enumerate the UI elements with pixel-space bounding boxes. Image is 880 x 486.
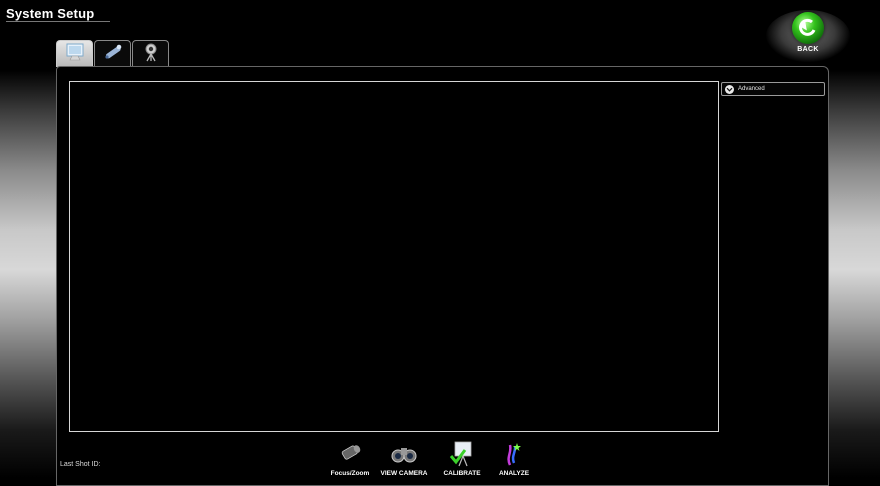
chevron-down-icon xyxy=(725,84,734,94)
calibrate-label: CALIBRATE xyxy=(443,470,481,477)
analyze-club-icon xyxy=(502,440,526,468)
camera-viewport[interactable] xyxy=(69,81,719,432)
advanced-label: Advanced xyxy=(738,86,765,92)
lens-icon xyxy=(337,440,363,468)
focus-zoom-button[interactable]: Focus/Zoom xyxy=(320,440,380,480)
tab-projector[interactable] xyxy=(94,40,131,67)
view-camera-label: VIEW CAMERA xyxy=(380,470,428,477)
title-underline xyxy=(6,21,110,22)
projector-icon xyxy=(101,42,125,67)
camera-icon xyxy=(140,41,162,68)
calibrate-button[interactable]: CALIBRATE xyxy=(432,440,492,480)
analyze-label: ANALYZE xyxy=(498,470,530,477)
back-arrow-icon xyxy=(792,12,824,44)
binoculars-icon xyxy=(390,440,418,468)
focus-zoom-label: Focus/Zoom xyxy=(330,470,370,477)
last-shot-id-label: Last Shot ID: xyxy=(60,461,101,468)
back-button[interactable]: BACK xyxy=(766,10,850,62)
tab-camera[interactable] xyxy=(132,40,169,67)
advanced-expander[interactable]: Advanced xyxy=(721,82,825,96)
analyze-button[interactable]: ANALYZE xyxy=(484,440,544,480)
monitor-icon xyxy=(64,42,86,67)
view-camera-button[interactable]: VIEW CAMERA xyxy=(374,440,434,480)
tab-display[interactable] xyxy=(56,40,93,67)
back-label: BACK xyxy=(797,46,819,53)
calibrate-screen-icon xyxy=(449,440,475,468)
page-title: System Setup xyxy=(6,6,95,21)
